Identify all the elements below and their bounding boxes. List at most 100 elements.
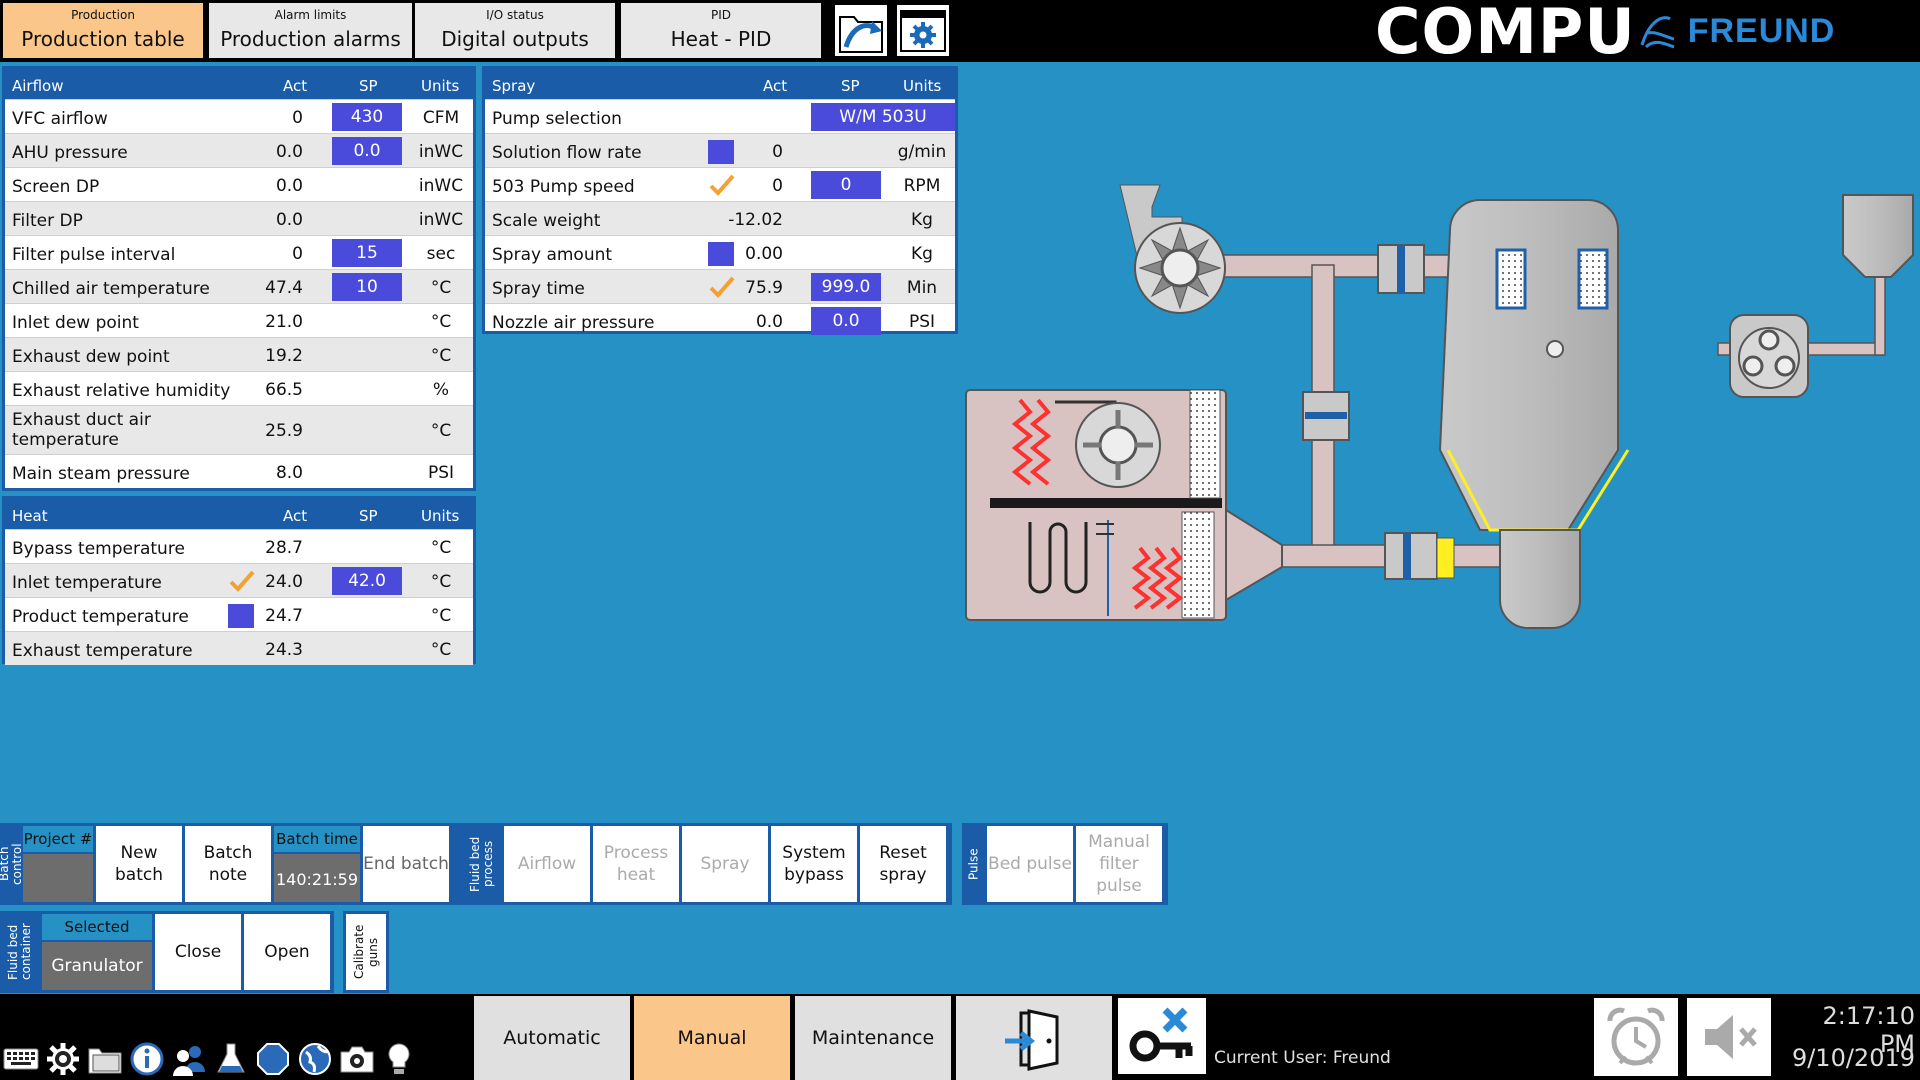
tab-category: I/O status — [486, 8, 544, 22]
row-label: Exhaust relative humidity — [12, 381, 231, 401]
tab-heat-pid[interactable]: PID Heat - PID — [621, 3, 821, 58]
airflow-button[interactable]: Airflow — [504, 826, 590, 902]
row-label: AHU pressure — [12, 143, 128, 163]
logo-compu-text: COMPU — [1375, 0, 1636, 68]
tab-label: Digital outputs — [441, 27, 589, 51]
table-row: Inlet temperature 24.0 42.0 °C — [5, 563, 473, 597]
globe-icon — [299, 1043, 331, 1075]
setpoint-field[interactable]: 42.0 — [332, 567, 402, 595]
gear-icon — [47, 1043, 79, 1075]
col-units: Units — [903, 77, 942, 95]
panel-title: Spray — [492, 77, 536, 95]
row-label: Screen DP — [12, 177, 100, 197]
logout-key-button[interactable] — [1118, 998, 1206, 1074]
settings-window-button[interactable] — [895, 3, 951, 58]
airflow-header: Airflow Act SP Units — [5, 69, 473, 99]
tab-production-alarms[interactable]: Alarm limits Production alarms — [209, 3, 412, 58]
files-button[interactable] — [86, 1040, 124, 1078]
recipe-load-button[interactable] — [833, 3, 889, 58]
setpoint-field[interactable]: 0.0 — [811, 307, 881, 335]
alarms-button[interactable] — [254, 1040, 292, 1078]
row-label: Nozzle air pressure — [492, 313, 655, 333]
row-units: °C — [430, 278, 452, 298]
alarm-clock-button[interactable] — [1594, 998, 1678, 1076]
table-row: Product temperature 24.7 °C — [5, 597, 473, 631]
new-batch-button[interactable]: New batch — [96, 826, 182, 902]
keyboard-button[interactable] — [2, 1040, 40, 1078]
row-actual: 24.3 — [265, 640, 303, 660]
maintenance-mode-button[interactable]: Maintenance — [795, 996, 951, 1080]
setpoint-field[interactable]: 0 — [811, 171, 881, 199]
row-label: Exhaust dew point — [12, 347, 170, 367]
manual-mode-button[interactable]: Manual — [634, 996, 790, 1080]
row-units: °C — [430, 421, 452, 441]
mute-sound-button[interactable] — [1687, 998, 1771, 1076]
exit-button[interactable] — [956, 996, 1112, 1080]
setpoint-field[interactable]: 15 — [332, 239, 402, 267]
info-button[interactable] — [128, 1040, 166, 1078]
calibrate-guns-button[interactable]: Calibrate guns — [346, 914, 386, 990]
users-icon — [173, 1046, 205, 1076]
table-row: Solution flow rate 0 g/min — [485, 133, 955, 167]
batch-note-button[interactable]: Batch note — [185, 826, 271, 902]
users-button[interactable] — [170, 1040, 208, 1078]
screenshot-button[interactable] — [338, 1040, 376, 1078]
row-units: °C — [430, 640, 452, 660]
spray-button[interactable]: Spray — [682, 826, 768, 902]
row-units: RPM — [903, 176, 941, 196]
speaker-mute-icon — [1705, 1015, 1757, 1059]
clock-date: 9/10/2019 — [1791, 1044, 1915, 1072]
solution-tank — [1842, 194, 1914, 278]
setpoint-field[interactable]: 10 — [332, 273, 402, 301]
process-diagram — [965, 184, 1914, 629]
system-bypass-button[interactable]: System bypass — [771, 826, 857, 902]
pump-selection-field[interactable]: W/M 503U — [811, 103, 955, 131]
network-button[interactable] — [296, 1040, 334, 1078]
bed-pulse-button[interactable]: Bed pulse — [987, 826, 1073, 902]
process-heat-button[interactable]: Process heat — [593, 826, 679, 902]
pulse-label: Pulse — [964, 825, 984, 903]
row-units: °C — [430, 538, 452, 558]
info-icon — [130, 1042, 164, 1076]
row-actual: 21.0 — [265, 312, 303, 332]
project-number-field[interactable] — [23, 854, 93, 902]
folder-arrow-icon — [839, 15, 883, 53]
row-units: PSI — [908, 312, 936, 332]
tab-digital-outputs[interactable]: I/O status Digital outputs — [415, 3, 615, 58]
container-close-button[interactable]: Close — [155, 914, 241, 990]
reset-spray-button[interactable]: Reset spray — [860, 826, 946, 902]
col-act: Act — [283, 77, 308, 95]
row-label: VFC airflow — [12, 109, 108, 129]
col-sp: SP — [359, 77, 378, 95]
tab-production-table[interactable]: Production Production table — [3, 3, 203, 58]
row-label: Filter pulse interval — [12, 245, 176, 265]
heat-header: Heat Act SP Units — [5, 499, 473, 529]
col-sp: SP — [359, 507, 378, 525]
table-row: Screen DP 0.0 inWC — [5, 167, 473, 201]
tab-label: Production table — [21, 27, 185, 51]
container-open-button[interactable]: Open — [244, 914, 330, 990]
setpoint-field[interactable]: 999.0 — [811, 273, 881, 301]
help-button[interactable] — [380, 1040, 418, 1078]
table-row: Exhaust dew point 19.2 °C — [5, 337, 473, 371]
manual-filter-pulse-button[interactable]: Manual filter pulse — [1076, 826, 1162, 902]
row-actual: 19.2 — [265, 346, 303, 366]
col-units: Units — [421, 77, 460, 95]
setpoint-field[interactable]: 0.0 — [332, 137, 402, 165]
row-actual: 24.7 — [265, 606, 303, 626]
row-label: Scale weight — [492, 211, 601, 231]
fluid-bed-container-label: Fluid bed container — [1, 913, 39, 991]
recipes-button[interactable] — [212, 1040, 250, 1078]
row-actual: 0.0 — [275, 176, 303, 196]
tab-label: Heat - PID — [670, 27, 772, 51]
row-label: Filter DP — [12, 211, 83, 231]
automatic-mode-button[interactable]: Automatic — [474, 996, 630, 1080]
row-label: Bypass temperature — [12, 539, 185, 559]
airflow-panel: Airflow Act SP Units VFC airflow 0 430 C… — [2, 66, 476, 491]
row-label: Exhaust temperature — [12, 641, 193, 661]
batch-time-label: Batch time — [274, 826, 360, 852]
end-batch-button[interactable]: End batch — [363, 826, 449, 902]
setpoint-field[interactable]: 430 — [332, 103, 402, 131]
logo-freund-text: FREUND — [1687, 11, 1836, 50]
settings-button[interactable] — [44, 1040, 82, 1078]
